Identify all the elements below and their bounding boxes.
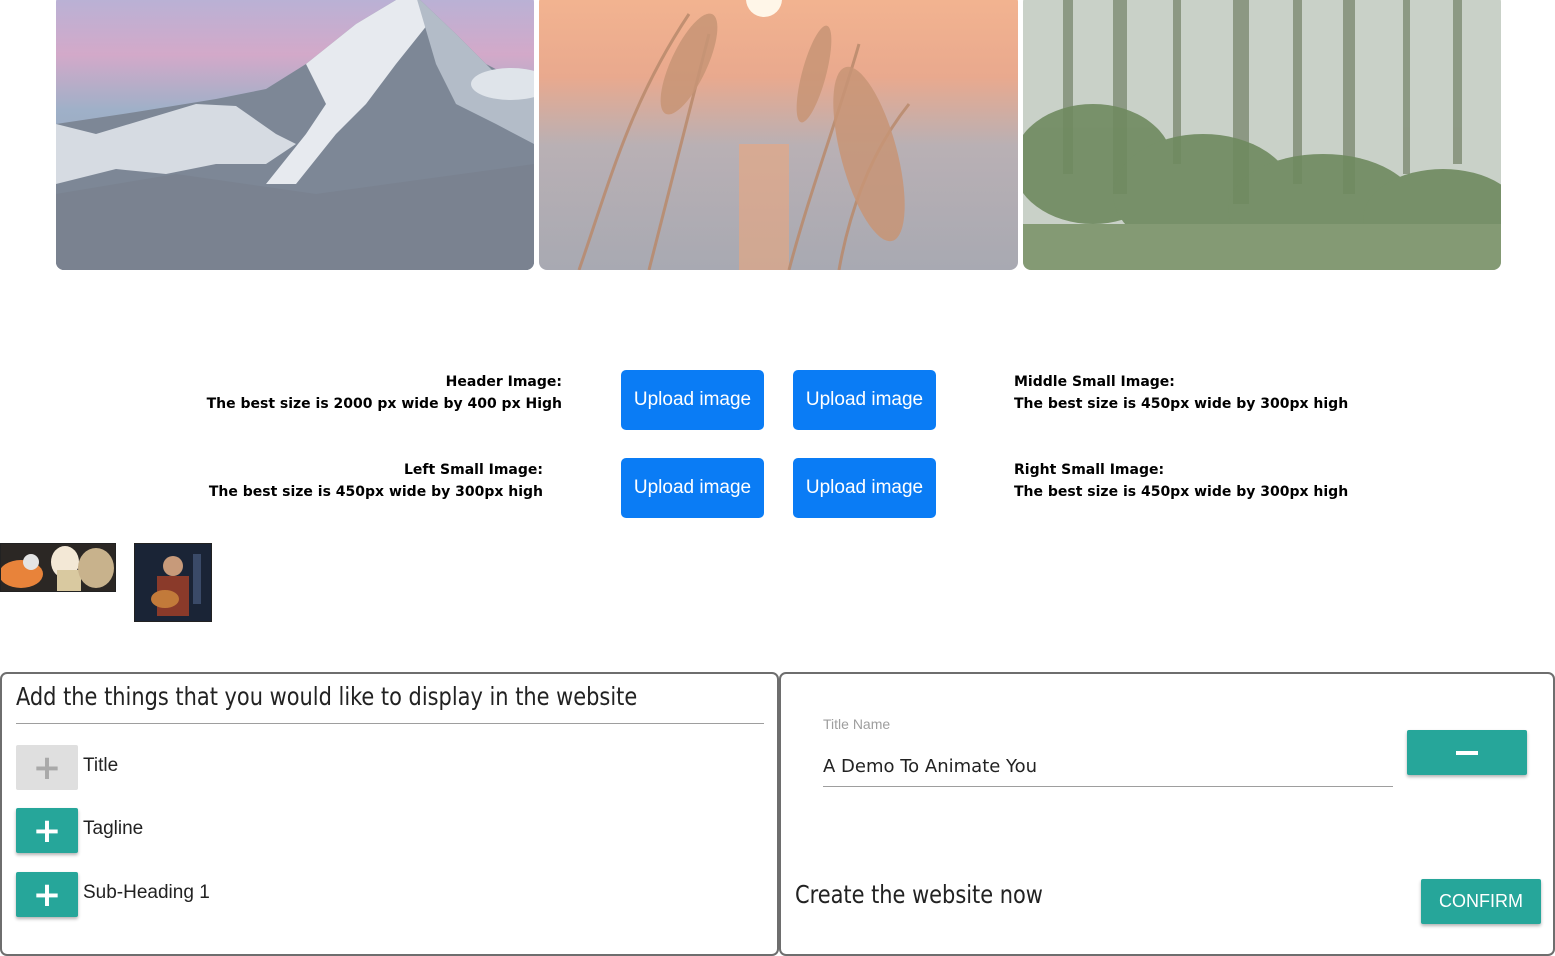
header-image-info: Header Image: The best size is 2000 px w… [207, 371, 562, 415]
sunset-grass-image [539, 0, 1018, 270]
middle-image-info: Middle Small Image: The best size is 450… [1014, 371, 1348, 415]
title-name-input[interactable] [823, 746, 1393, 787]
forest-image [1023, 0, 1501, 270]
upload-left-image-button[interactable]: Upload image [621, 458, 764, 518]
mountain-image [56, 0, 534, 270]
right-image-hint: The best size is 450px wide by 300px hig… [1014, 484, 1349, 500]
left-image-info: Left Small Image: The best size is 450px… [209, 459, 543, 503]
item-label-tagline: Tagline [83, 818, 144, 839]
add-subheading-button[interactable]: + [16, 872, 78, 917]
plus-icon: + [32, 810, 62, 851]
thumbnail-anime[interactable] [0, 543, 116, 592]
header-image-title: Header Image: [445, 374, 562, 390]
item-label-title: Title [83, 755, 119, 776]
title-name-label: Title Name [823, 716, 891, 732]
upload-middle-image-button[interactable]: Upload image [793, 370, 936, 430]
middle-image-title: Middle Small Image: [1014, 374, 1175, 390]
confirm-button[interactable]: CONFIRM [1421, 879, 1541, 924]
elements-panel: Add the things that you would like to di… [0, 672, 779, 956]
plus-icon: + [32, 747, 62, 788]
upload-right-image-button[interactable]: Upload image [793, 458, 936, 518]
left-image-title: Left Small Image: [403, 462, 543, 478]
header-image-hint: The best size is 2000 px wide by 400 px … [206, 396, 562, 412]
item-label-subheading-1: Sub-Heading 1 [83, 882, 210, 903]
create-website-heading: Create the website now [795, 880, 1043, 909]
add-tagline-button[interactable]: + [16, 808, 78, 853]
minus-icon [1456, 750, 1478, 755]
thumbnail-portrait[interactable] [134, 543, 212, 622]
left-image-hint: The best size is 450px wide by 300px hig… [208, 484, 543, 500]
heading-divider [16, 723, 764, 724]
upload-header-image-button[interactable]: Upload image [621, 370, 764, 430]
panel-heading: Add the things that you would like to di… [16, 682, 638, 711]
add-title-button[interactable]: + [16, 745, 78, 790]
right-image-title: Right Small Image: [1014, 462, 1165, 478]
right-image-info: Right Small Image: The best size is 450p… [1014, 459, 1348, 503]
editor-panel: Title Name Create the website now CONFIR… [779, 672, 1555, 956]
middle-image-hint: The best size is 450px wide by 300px hig… [1014, 396, 1349, 412]
remove-title-button[interactable] [1407, 730, 1527, 775]
plus-icon: + [32, 874, 62, 915]
